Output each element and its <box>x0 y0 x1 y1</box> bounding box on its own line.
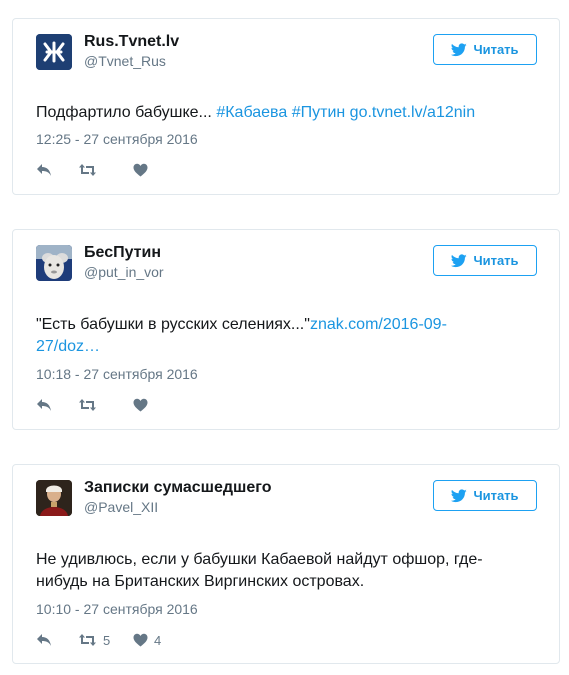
url-link-continued[interactable]: 27/doz… <box>36 338 100 355</box>
tweet-card: Записки сумасшедшего @Pavel_XII Читать Н… <box>12 464 560 664</box>
retweet-icon <box>79 399 96 411</box>
heart-icon <box>133 398 148 412</box>
reply-button[interactable] <box>36 163 78 177</box>
url-link[interactable]: znak.com/2016-09- <box>310 316 447 333</box>
timestamp[interactable]: 10:10 - 27 сентября 2016 <box>36 601 198 617</box>
portrait-avatar[interactable] <box>36 480 72 516</box>
tvnet-logo-icon[interactable] <box>36 34 72 70</box>
follow-label: Читать <box>473 488 519 503</box>
reply-button[interactable] <box>36 633 78 647</box>
follow-label: Читать <box>473 42 519 57</box>
like-button[interactable] <box>133 163 173 177</box>
tweet-body: Подфартило бабушке... <box>36 104 217 121</box>
follow-label: Читать <box>473 253 519 268</box>
author-name[interactable]: Записки сумасшедшего <box>84 479 271 497</box>
reply-icon <box>37 164 51 176</box>
author-handle[interactable]: @Tvnet_Rus <box>84 53 166 69</box>
like-button[interactable] <box>133 398 173 412</box>
hashtag-link[interactable]: #Путин <box>292 104 346 121</box>
putin-puppet-avatar[interactable] <box>36 245 72 281</box>
tweet-actions <box>36 162 173 178</box>
tweet-body-line2: нибудь на Британских Виргинских островах… <box>36 573 365 590</box>
tweet-text: Подфартило бабушке... #Кабаева #Путин go… <box>36 102 537 124</box>
hashtag-link[interactable]: #Кабаева <box>216 104 287 121</box>
author-name[interactable]: Rus.Tvnet.lv <box>84 33 179 51</box>
like-count: 4 <box>154 632 162 648</box>
reply-button[interactable] <box>36 398 78 412</box>
heart-icon <box>133 633 148 647</box>
reply-icon <box>37 634 51 646</box>
twitter-bird-icon <box>451 488 468 502</box>
timestamp[interactable]: 10:18 - 27 сентября 2016 <box>36 366 198 382</box>
author-name[interactable]: БесПутин <box>84 244 161 262</box>
twitter-bird-icon <box>451 42 468 56</box>
retweet-button[interactable]: 5 <box>78 633 133 648</box>
retweet-button[interactable] <box>78 398 133 412</box>
like-button[interactable]: 4 <box>133 633 173 648</box>
tweet-text: Не удивлюсь, если у бабушки Кабаевой най… <box>36 549 537 593</box>
tweet-actions: 5 4 <box>36 632 173 648</box>
follow-button[interactable]: Читать <box>433 245 537 276</box>
author-handle[interactable]: @put_in_vor <box>84 264 164 280</box>
retweet-icon <box>79 634 96 646</box>
tweet-body-line1: Не удивлюсь, если у бабушки Кабаевой най… <box>36 551 483 568</box>
tweet-text: "Есть бабушки в русских селениях..."znak… <box>36 314 537 358</box>
follow-button[interactable]: Читать <box>433 480 537 511</box>
retweet-button[interactable] <box>78 163 133 177</box>
retweet-icon <box>79 164 96 176</box>
url-link[interactable]: go.tvnet.lv/a12nin <box>350 104 475 121</box>
tweet-body: "Есть бабушки в русских селениях..." <box>36 316 310 333</box>
retweet-count: 5 <box>103 632 111 648</box>
author-handle[interactable]: @Pavel_XII <box>84 499 158 515</box>
follow-button[interactable]: Читать <box>433 34 537 65</box>
heart-icon <box>133 163 148 177</box>
tweet-card: БесПутин @put_in_vor Читать "Есть бабушк… <box>12 229 560 430</box>
tweet-card: Rus.Tvnet.lv @Tvnet_Rus Читать Подфартил… <box>12 18 560 195</box>
reply-icon <box>37 399 51 411</box>
timestamp[interactable]: 12:25 - 27 сентября 2016 <box>36 131 198 147</box>
twitter-bird-icon <box>451 253 468 267</box>
tweet-actions <box>36 397 173 413</box>
